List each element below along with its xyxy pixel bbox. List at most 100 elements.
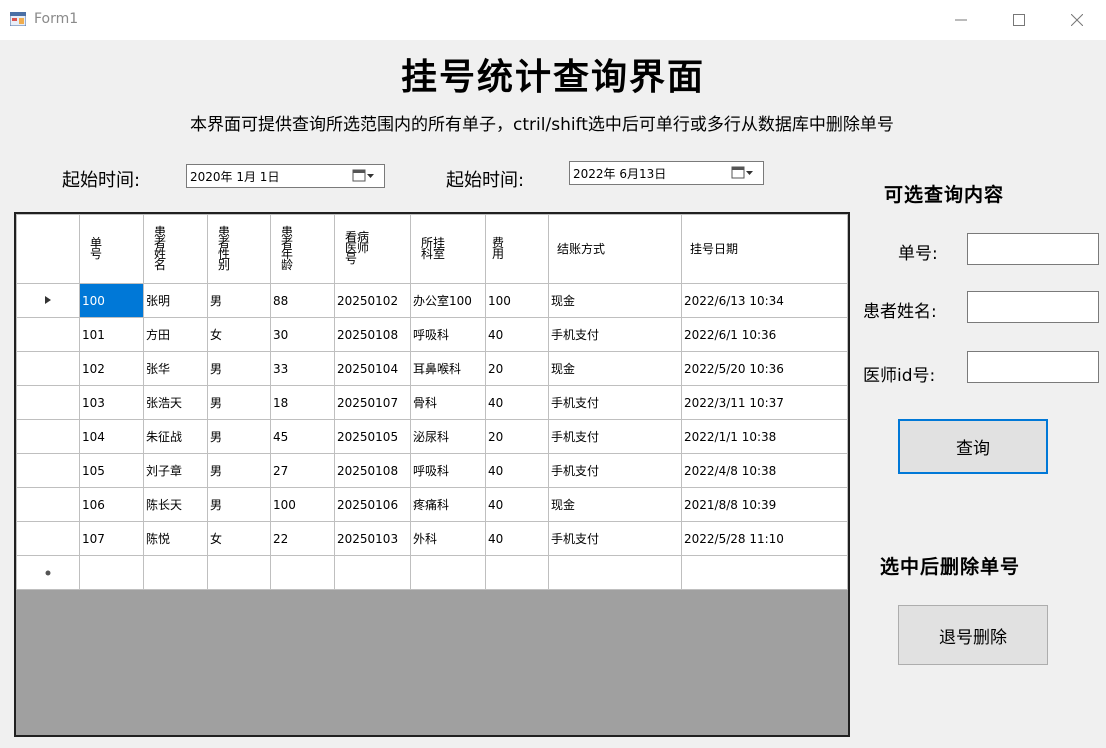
column-header[interactable]: 结账方式 — [548, 214, 682, 284]
table-cell[interactable]: 20 — [485, 351, 549, 386]
table-cell[interactable]: 100 — [270, 487, 335, 522]
table-cell[interactable] — [270, 555, 335, 590]
table-cell[interactable]: 40 — [485, 385, 549, 420]
row-header[interactable] — [16, 487, 80, 522]
table-cell[interactable]: 张浩天 — [143, 385, 208, 420]
table-cell[interactable]: 40 — [485, 453, 549, 488]
start-date-picker[interactable]: 2020年 1月 1日 — [186, 164, 385, 188]
table-cell[interactable]: 20250106 — [334, 487, 411, 522]
table-cell[interactable]: 现金 — [548, 283, 682, 318]
table-cell[interactable]: 103 — [79, 385, 144, 420]
registration-grid[interactable]: 单号 患者姓名 患者性别 患者年龄 看病医师号 所挂科室 费用 结账方式 挂号日… — [14, 212, 850, 737]
table-cell[interactable]: 100 — [485, 283, 549, 318]
table-cell[interactable]: 男 — [207, 453, 271, 488]
table-cell[interactable]: 男 — [207, 419, 271, 454]
table-cell[interactable]: 27 — [270, 453, 335, 488]
table-cell[interactable]: 2022/5/20 10:36 — [681, 351, 848, 386]
table-cell[interactable]: 20250104 — [334, 351, 411, 386]
calendar-dropdown-icon[interactable] — [731, 166, 755, 180]
calendar-dropdown-icon[interactable] — [352, 169, 376, 183]
table-cell[interactable]: 40 — [485, 521, 549, 556]
table-cell[interactable] — [410, 555, 486, 590]
row-header[interactable] — [16, 283, 80, 318]
delete-button[interactable]: 退号删除 — [898, 605, 1048, 665]
table-cell[interactable]: 18 — [270, 385, 335, 420]
column-header[interactable]: 患者年龄 — [270, 214, 335, 284]
close-button[interactable] — [1054, 6, 1100, 34]
table-cell[interactable]: 20250102 — [334, 283, 411, 318]
table-cell[interactable]: 101 — [79, 317, 144, 352]
table-cell[interactable] — [485, 555, 549, 590]
row-header[interactable] — [16, 419, 80, 454]
table-cell[interactable]: 手机支付 — [548, 385, 682, 420]
table-cell[interactable]: 45 — [270, 419, 335, 454]
table-cell[interactable]: 2022/6/1 10:36 — [681, 317, 848, 352]
row-header[interactable] — [16, 453, 80, 488]
table-cell[interactable]: 朱征战 — [143, 419, 208, 454]
table-cell[interactable]: 办公室100 — [410, 283, 486, 318]
table-row[interactable]: 105 刘子章男 27 20250108 呼吸科 40 手机支付 2022/4/8 10:38 — [16, 453, 848, 488]
table-cell[interactable]: 102 — [79, 351, 144, 386]
table-cell[interactable]: 2022/6/13 10:34 — [681, 283, 848, 318]
new-row[interactable] — [16, 555, 848, 590]
table-cell[interactable]: 106 — [79, 487, 144, 522]
table-cell[interactable]: 20250108 — [334, 317, 411, 352]
table-cell[interactable]: 方田 — [143, 317, 208, 352]
table-row[interactable]: 106 陈长天男 100 20250106 疼痛科 40 现金 2021/8/8 10:39 — [16, 487, 848, 522]
minimize-button[interactable] — [938, 6, 984, 34]
table-cell[interactable]: 2021/8/8 10:39 — [681, 487, 848, 522]
table-cell[interactable]: 耳鼻喉科 — [410, 351, 486, 386]
column-header[interactable]: 患者性别 — [207, 214, 271, 284]
table-cell[interactable]: 现金 — [548, 487, 682, 522]
table-cell[interactable]: 2022/4/8 10:38 — [681, 453, 848, 488]
table-cell[interactable]: 男 — [207, 283, 271, 318]
table-cell[interactable] — [681, 555, 848, 590]
row-header[interactable] — [16, 351, 80, 386]
table-cell[interactable] — [143, 555, 208, 590]
table-cell[interactable]: 陈长天 — [143, 487, 208, 522]
table-row[interactable]: 100 张明男 88 20250102 办公室100 100 现金 2022/6/13 10:… — [16, 283, 848, 318]
table-cell[interactable]: 20 — [485, 419, 549, 454]
column-header[interactable]: 看病医师号 — [334, 214, 411, 284]
table-cell[interactable]: 外科 — [410, 521, 486, 556]
doctor-id-input[interactable] — [967, 351, 1099, 383]
table-cell[interactable]: 2022/5/28 11:10 — [681, 521, 848, 556]
table-cell[interactable] — [334, 555, 411, 590]
table-row[interactable]: 104 朱征战男 45 20250105 泌尿科 20 手机支付 2022/1/1 10:38 — [16, 419, 848, 454]
table-cell[interactable]: 33 — [270, 351, 335, 386]
table-cell[interactable]: 20250108 — [334, 453, 411, 488]
column-header[interactable]: 费用 — [485, 214, 549, 284]
table-cell[interactable]: 20250107 — [334, 385, 411, 420]
column-header[interactable]: 患者姓名 — [143, 214, 208, 284]
order-id-input[interactable] — [967, 233, 1099, 265]
maximize-button[interactable] — [996, 6, 1042, 34]
row-header[interactable] — [16, 385, 80, 420]
table-cell[interactable] — [79, 555, 144, 590]
column-header[interactable]: 所挂科室 — [410, 214, 486, 284]
row-header[interactable] — [16, 555, 80, 590]
query-button[interactable]: 查询 — [898, 419, 1048, 474]
table-cell[interactable]: 女 — [207, 317, 271, 352]
table-cell[interactable]: 20250105 — [334, 419, 411, 454]
table-row[interactable]: 102 张华男 33 20250104 耳鼻喉科 20 现金 2022/5/20 10:36 — [16, 351, 848, 386]
table-cell[interactable]: 手机支付 — [548, 453, 682, 488]
table-cell[interactable]: 30 — [270, 317, 335, 352]
table-cell[interactable]: 2022/1/1 10:38 — [681, 419, 848, 454]
table-cell[interactable]: 105 — [79, 453, 144, 488]
table-cell[interactable]: 20250103 — [334, 521, 411, 556]
table-cell[interactable]: 88 — [270, 283, 335, 318]
table-cell[interactable]: 女 — [207, 521, 271, 556]
table-cell[interactable]: 现金 — [548, 351, 682, 386]
table-cell[interactable]: 男 — [207, 385, 271, 420]
table-cell[interactable] — [548, 555, 682, 590]
table-cell[interactable]: 疼痛科 — [410, 487, 486, 522]
table-cell[interactable]: 泌尿科 — [410, 419, 486, 454]
table-cell[interactable]: 104 — [79, 419, 144, 454]
table-row[interactable]: 103 张浩天男 18 20250107 骨科 40 手机支付 2022/3/11 10:37 — [16, 385, 848, 420]
table-cell[interactable]: 手机支付 — [548, 521, 682, 556]
end-date-picker[interactable]: 2022年 6月13日 — [569, 161, 764, 185]
table-cell[interactable]: 40 — [485, 487, 549, 522]
patient-name-input[interactable] — [967, 291, 1099, 323]
table-cell[interactable]: 陈悦 — [143, 521, 208, 556]
table-cell[interactable]: 手机支付 — [548, 419, 682, 454]
